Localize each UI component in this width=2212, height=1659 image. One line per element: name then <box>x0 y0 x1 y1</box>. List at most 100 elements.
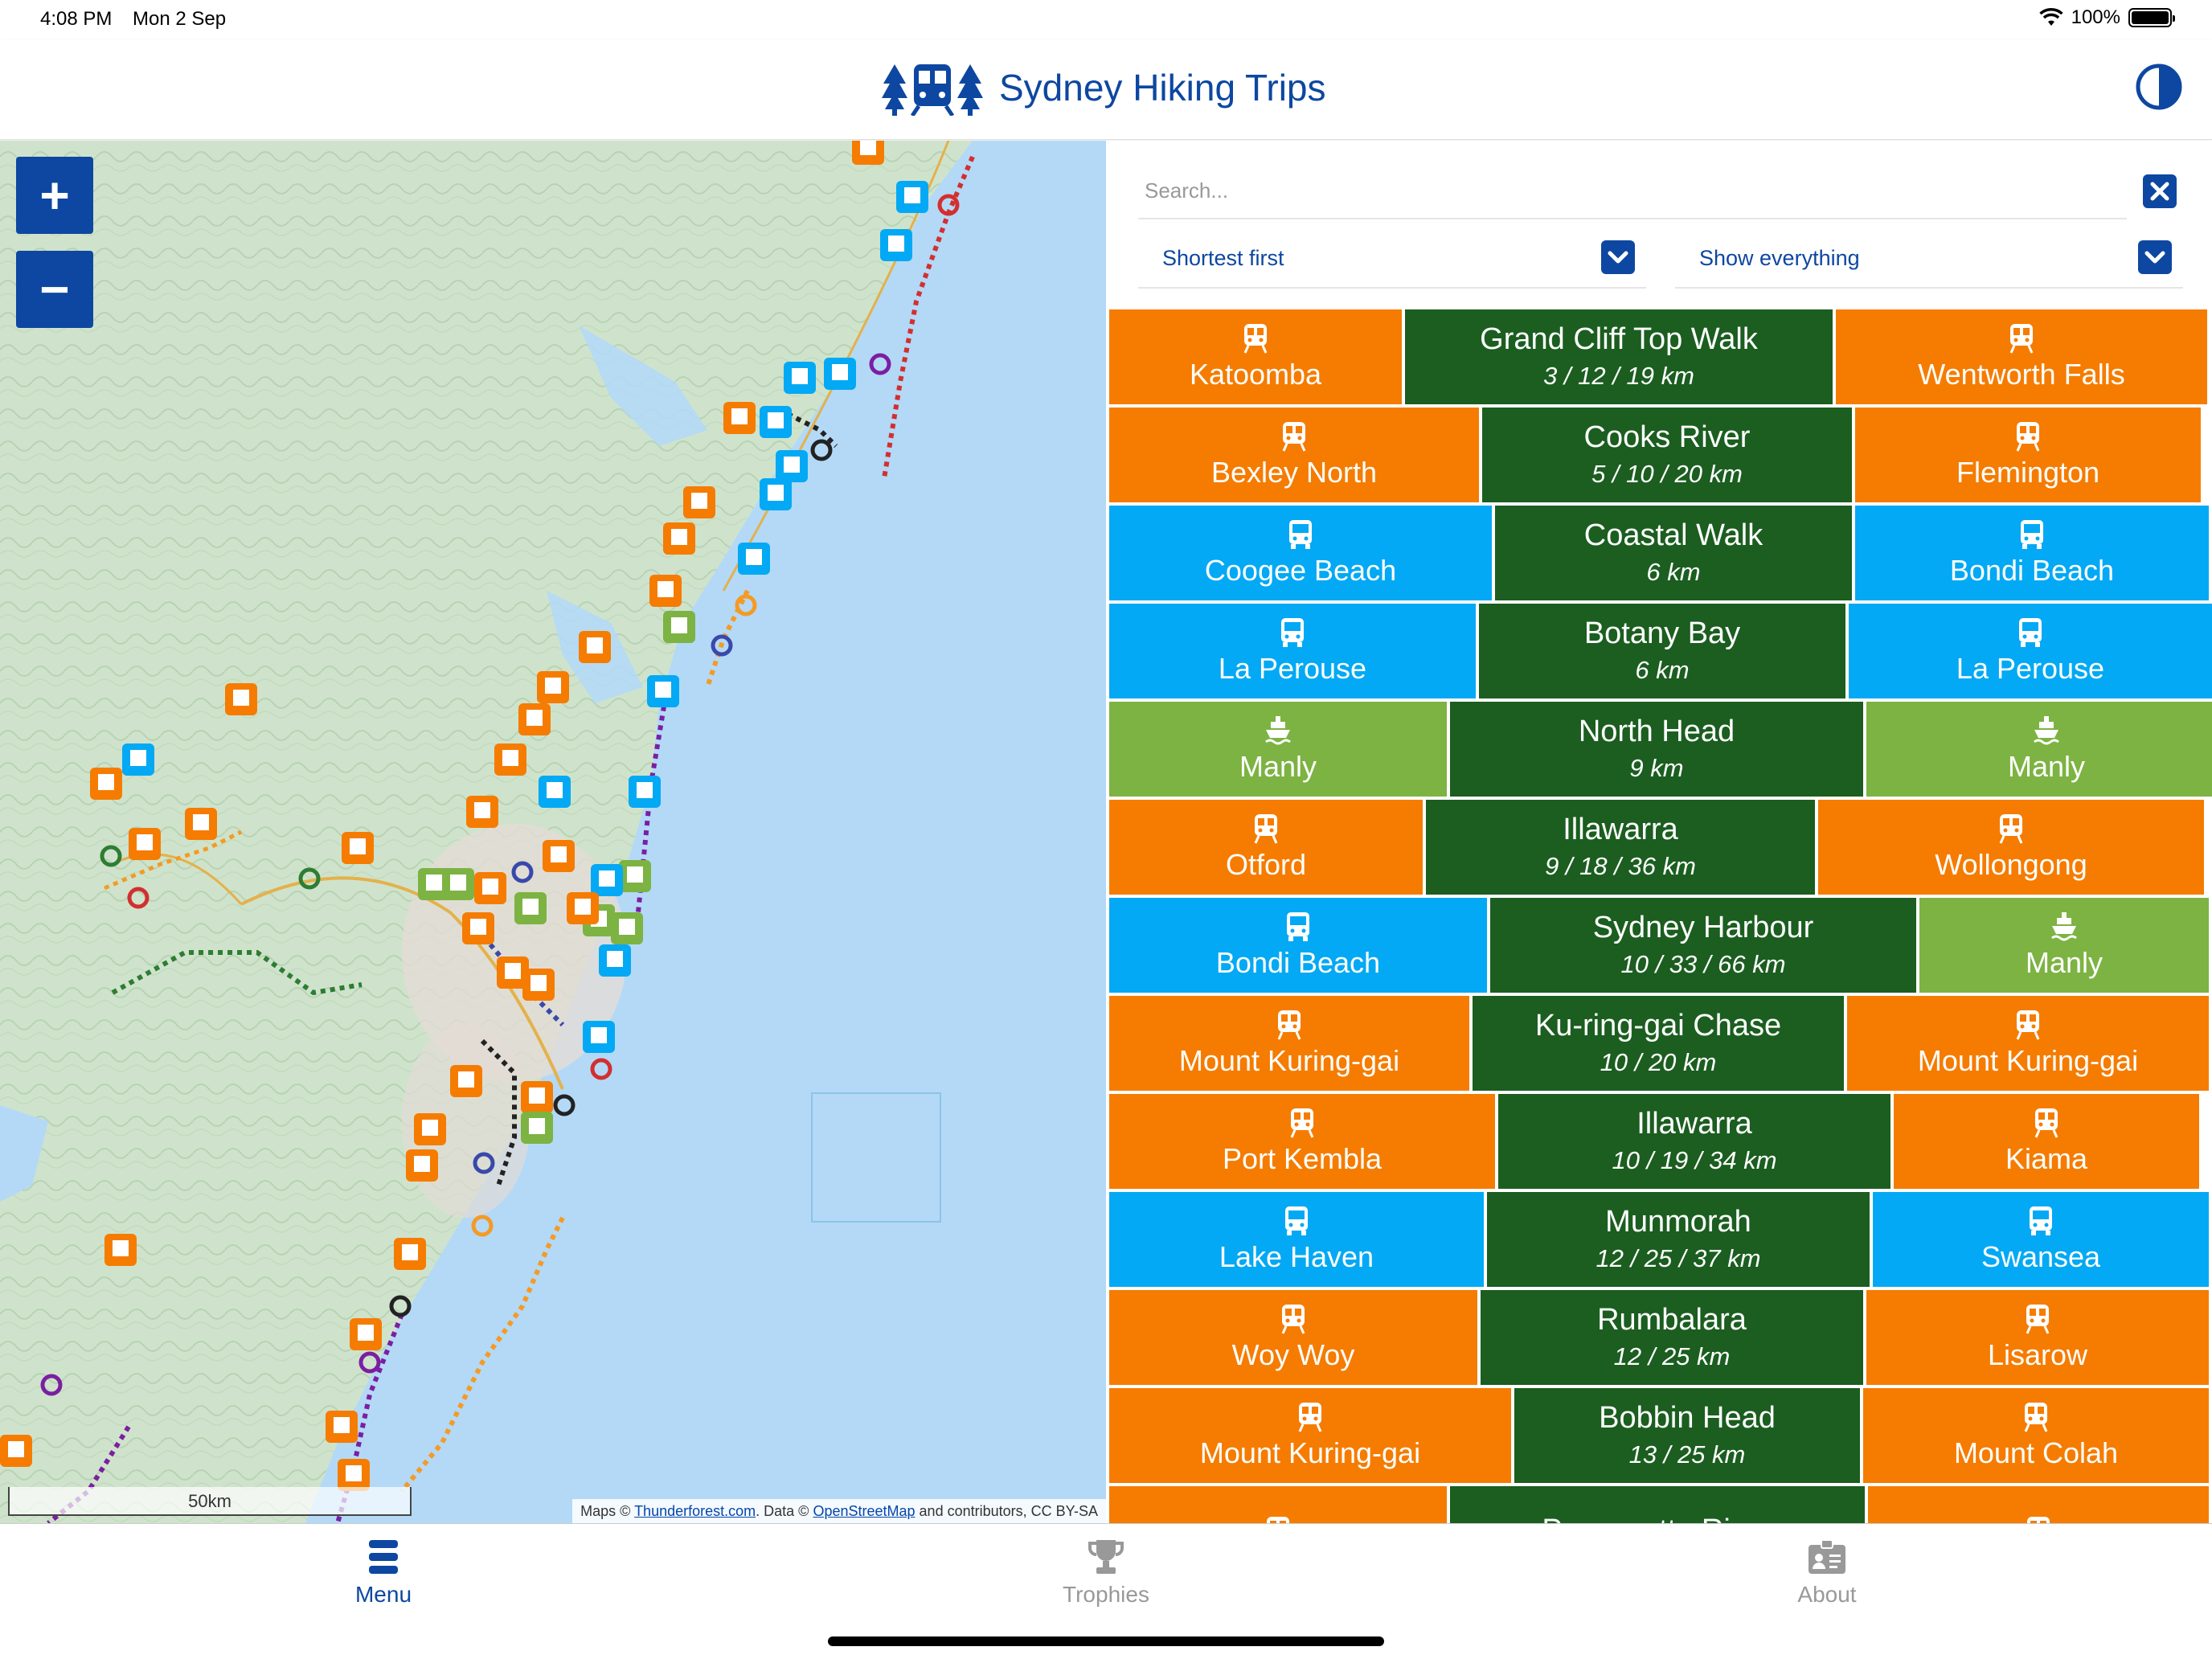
map-marker-ferry[interactable] <box>514 892 547 924</box>
clear-search-button[interactable] <box>2143 174 2177 208</box>
trail-cell[interactable]: North Head 9 km <box>1450 702 1863 797</box>
station-cell[interactable]: Lake Haven <box>1109 1192 1484 1287</box>
map-marker-train[interactable] <box>394 1238 426 1270</box>
map-marker-train[interactable] <box>185 808 217 840</box>
station-cell[interactable]: Manly <box>1919 898 2209 993</box>
map-marker-bus[interactable] <box>539 776 571 808</box>
trail-cell[interactable]: Sydney Harbour 10 / 33 / 66 km <box>1490 898 1916 993</box>
map-marker-bus[interactable] <box>591 864 623 896</box>
station-cell[interactable]: Manly <box>1109 702 1447 797</box>
map-marker-ferry[interactable] <box>442 868 474 900</box>
map-marker-train[interactable] <box>494 743 526 776</box>
station-cell[interactable]: Manly <box>1866 702 2212 797</box>
map-marker-bus[interactable] <box>122 743 154 776</box>
trip-row[interactable]: Port Kembla Illawarra 10 / 19 / 34 km Kiama <box>1109 1094 2199 1189</box>
tab-trophies[interactable]: Trophies <box>1026 1538 1186 1608</box>
trail-cell[interactable]: Cooks River 5 / 10 / 20 km <box>1482 408 1852 502</box>
map-marker-ferry[interactable] <box>663 611 695 643</box>
trip-row[interactable]: La Perouse Botany Bay 6 km La Perouse <box>1109 604 2212 698</box>
station-cell[interactable] <box>1868 1486 2209 1523</box>
map-marker-train[interactable] <box>723 402 756 434</box>
map-marker-bus[interactable] <box>647 675 679 707</box>
zoom-in-button[interactable]: + <box>16 157 93 234</box>
trip-row[interactable]: Bexley North Cooks River 5 / 10 / 20 km Fle… <box>1109 408 2201 502</box>
station-cell[interactable]: Mount Kuring-gai <box>1847 996 2209 1091</box>
map-marker-train[interactable] <box>129 828 161 860</box>
trail-cell[interactable]: Botany Bay 6 km <box>1479 604 1845 698</box>
map-marker-bus[interactable] <box>760 478 792 510</box>
contrast-toggle-icon[interactable] <box>2135 63 2183 111</box>
trail-cell[interactable]: Ku-ring-gai Chase 10 / 20 km <box>1473 996 1844 1091</box>
station-cell[interactable]: Coogee Beach <box>1109 506 1492 600</box>
map-marker-train[interactable] <box>462 912 494 944</box>
map-marker-train[interactable] <box>326 1411 358 1443</box>
map-marker-train[interactable] <box>537 671 569 703</box>
openstreetmap-link[interactable]: OpenStreetMap <box>813 1503 915 1519</box>
filter-select[interactable]: Show everything <box>1675 229 2183 289</box>
trip-row[interactable]: Lake Haven Munmorah 12 / 25 / 37 km Swansea <box>1109 1192 2209 1287</box>
map-marker-train[interactable] <box>466 796 498 828</box>
map-marker-train[interactable] <box>579 631 611 663</box>
map-marker-train[interactable] <box>649 575 682 607</box>
map-marker-train[interactable] <box>522 969 555 1001</box>
map-marker-train[interactable] <box>567 892 599 924</box>
station-cell[interactable]: Otford <box>1109 800 1423 895</box>
map-marker-bus[interactable] <box>880 229 912 261</box>
map-marker-bus[interactable] <box>896 181 928 213</box>
map-marker-train[interactable] <box>414 1113 446 1145</box>
trail-cell[interactable]: Bobbin Head 13 / 25 km <box>1514 1388 1860 1483</box>
map-marker-train[interactable] <box>543 840 575 872</box>
trail-cell[interactable]: Illawarra 10 / 19 / 34 km <box>1498 1094 1890 1189</box>
station-cell[interactable]: Mount Kuring-gai <box>1109 1388 1511 1483</box>
station-cell[interactable]: La Perouse <box>1109 604 1476 698</box>
trip-row[interactable]: Coogee Beach Coastal Walk 6 km Bondi Beach <box>1109 506 2209 600</box>
tab-menu[interactable]: Menu <box>303 1538 464 1608</box>
trip-row[interactable]: Mount Kuring-gai Bobbin Head 13 / 25 km Mou… <box>1109 1388 2209 1483</box>
map-marker-train[interactable] <box>663 522 695 555</box>
map-tiles[interactable] <box>0 141 1106 1523</box>
station-cell[interactable]: Flemington <box>1855 408 2201 502</box>
trail-cell[interactable]: Parramatta River <box>1450 1486 1865 1523</box>
station-cell[interactable]: Woy Woy <box>1109 1290 1477 1385</box>
map-marker-bus[interactable] <box>599 944 631 977</box>
map-marker-train[interactable] <box>342 832 374 864</box>
map-marker-train[interactable] <box>474 872 506 904</box>
map-marker-bus[interactable] <box>784 362 816 394</box>
trail-cell[interactable]: Coastal Walk 6 km <box>1495 506 1852 600</box>
trip-row[interactable]: Bondi Beach Sydney Harbour 10 / 33 / 66 km… <box>1109 898 2209 993</box>
trail-cell[interactable]: Rumbalara 12 / 25 km <box>1481 1290 1863 1385</box>
station-cell[interactable]: Lisarow <box>1866 1290 2209 1385</box>
map-marker-train[interactable] <box>521 1081 553 1113</box>
sort-dropdown-button[interactable] <box>1601 240 1635 274</box>
station-cell[interactable]: Wollongong <box>1818 800 2204 895</box>
map-marker-train[interactable] <box>90 768 122 800</box>
map-marker-train[interactable] <box>350 1318 382 1350</box>
trip-row[interactable]: Otford Illawarra 9 / 18 / 36 km Wollongong <box>1109 800 2204 895</box>
trip-row[interactable]: Manly North Head 9 km Manly <box>1109 702 2212 797</box>
map-marker-bus[interactable] <box>776 450 808 482</box>
map-marker-train[interactable] <box>450 1065 482 1097</box>
map-marker-train[interactable] <box>225 683 257 715</box>
map-marker-ferry[interactable] <box>521 1112 553 1144</box>
map-marker-train[interactable] <box>406 1149 438 1182</box>
filter-dropdown-button[interactable] <box>2138 240 2172 274</box>
station-cell[interactable]: Wentworth Falls <box>1836 309 2207 404</box>
station-cell[interactable] <box>1109 1486 1447 1523</box>
map-marker-bus[interactable] <box>760 406 792 438</box>
station-cell[interactable]: Katoomba <box>1109 309 1402 404</box>
zoom-out-button[interactable]: − <box>16 251 93 328</box>
station-cell[interactable]: Port Kembla <box>1109 1094 1495 1189</box>
map-marker-ferry[interactable] <box>619 860 651 892</box>
map-marker-train[interactable] <box>852 141 884 165</box>
station-cell[interactable]: Swansea <box>1873 1192 2209 1287</box>
station-cell[interactable]: Mount Colah <box>1863 1388 2209 1483</box>
trail-cell[interactable]: Illawarra 9 / 18 / 36 km <box>1426 800 1815 895</box>
map-view[interactable]: + − 50km Maps © Thunderforest.com. Data … <box>0 141 1106 1523</box>
map-marker-train[interactable] <box>104 1234 137 1266</box>
station-cell[interactable]: La Perouse <box>1849 604 2212 698</box>
tab-about[interactable]: About <box>1747 1538 1907 1608</box>
trip-row[interactable]: Mount Kuring-gai Ku-ring-gai Chase 10 / 20… <box>1109 996 2209 1091</box>
map-marker-bus[interactable] <box>738 543 770 575</box>
map-marker-ferry[interactable] <box>611 912 643 944</box>
map-marker-bus[interactable] <box>629 776 661 808</box>
